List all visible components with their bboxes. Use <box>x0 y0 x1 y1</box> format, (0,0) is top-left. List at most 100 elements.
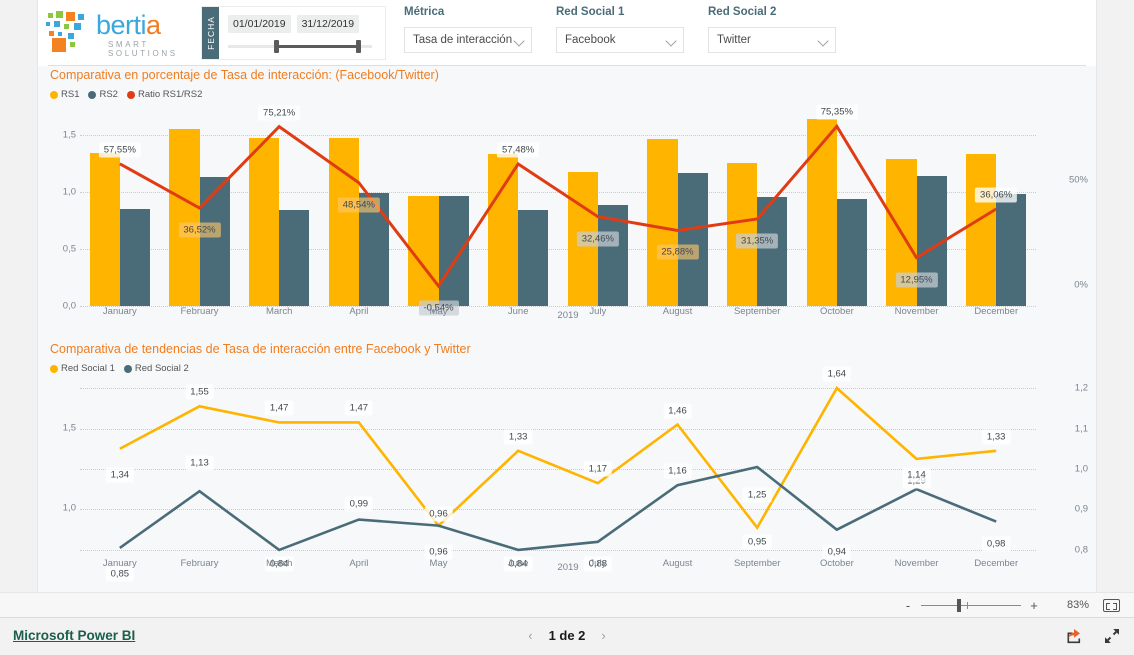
trend-chart-legend[interactable]: Red Social 1 Red Social 2 <box>48 363 1088 374</box>
x-axis-label: November <box>894 306 939 317</box>
chevron-down-icon <box>665 35 677 47</box>
legend-item[interactable]: Ratio RS1/RS2 <box>126 89 202 100</box>
ratio-data-label: 57,48% <box>497 142 540 158</box>
legend-label: RS2 <box>99 89 118 100</box>
ratio-chart-x-axis: January February March April May June July Augu… <box>80 306 1036 317</box>
trend-data-label: 1,55 <box>185 384 214 400</box>
bertia-logo: bertia SMART SOLUTIONS <box>46 8 201 58</box>
trend-line-chart[interactable]: Comparativa de tendencias de Tasa de int… <box>48 342 1088 586</box>
trend-chart-plot: 0,8 0,9 1,0 1,1 1,2 1,5 1,0 1,34 1,55 1,47 1,47 0,9… <box>48 366 1088 582</box>
legend-swatch-icon <box>123 364 132 373</box>
y-axis-tick: 1,5 <box>62 129 76 141</box>
date-end-input[interactable]: 31/12/2019 <box>296 15 360 33</box>
trend-data-label: 1,64 <box>822 366 852 382</box>
ratio-chart-legend[interactable]: RS1 RS2 Ratio RS1/RS2 <box>48 89 1088 100</box>
ratio-data-label: 75,21% <box>258 105 301 121</box>
trend-data-label: 1,16 <box>663 463 692 479</box>
chevron-down-icon <box>513 35 525 47</box>
ratio-data-label: 31,35% <box>736 233 779 249</box>
legend-item[interactable]: RS2 <box>88 89 118 100</box>
trend-data-label: 1,33 <box>981 429 1011 445</box>
zoom-slider-thumb[interactable] <box>957 598 961 612</box>
red-social-1-label: Red Social 1 <box>556 6 625 18</box>
ratio-data-label: 25,88% <box>656 244 699 260</box>
trend-data-label: 1,34 <box>105 467 135 483</box>
x-axis-label: June <box>507 558 529 569</box>
date-slider-handle-end[interactable] <box>356 40 361 53</box>
logo-word-main: berti <box>96 10 147 40</box>
previous-page-button[interactable]: ‹ <box>528 628 532 643</box>
x-axis-label: February <box>180 558 219 569</box>
zoom-in-button[interactable]: + <box>1025 598 1043 613</box>
x-axis-label: July <box>589 558 607 569</box>
x-axis-label: August <box>662 558 693 569</box>
zoom-slider-tick <box>967 601 968 609</box>
red-social-1-value: Facebook <box>565 34 616 46</box>
trend-chart-x-axis: January February March April May June July Augu… <box>80 558 1036 569</box>
red-social-2-dropdown[interactable]: Twitter <box>708 27 836 53</box>
next-page-button[interactable]: › <box>601 628 605 643</box>
logo-tagline: SMART SOLUTIONS <box>108 40 178 58</box>
trend-data-label: 1,14 <box>902 467 931 483</box>
secondary-y-axis-tick: 1,1 <box>1074 423 1088 435</box>
red-social-2-label: Red Social 2 <box>708 6 777 18</box>
red-social-2-slicer: Red Social 2 Twitter <box>698 0 846 66</box>
x-axis-label: January <box>102 306 137 317</box>
x-axis-label: May <box>429 558 448 569</box>
legend-item[interactable]: Red Social 2 <box>123 363 189 374</box>
report-header: bertia SMART SOLUTIONS FECHA 01/01/2019 … <box>38 0 1096 66</box>
ratio-data-label: 75,35% <box>815 104 858 120</box>
chevron-down-icon <box>817 35 829 47</box>
share-icon[interactable] <box>1066 628 1082 644</box>
date-slider-range <box>276 45 358 48</box>
fit-to-page-icon[interactable] <box>1103 598 1120 612</box>
x-axis-label: March <box>265 558 293 569</box>
ratio-data-label: 12,95% <box>895 272 938 288</box>
legend-item[interactable]: Red Social 1 <box>50 363 115 374</box>
legend-item[interactable]: RS1 <box>50 89 79 100</box>
y-axis-tick: 1,0 <box>62 502 76 514</box>
x-axis-label: November <box>894 558 939 569</box>
x-axis-label: July <box>589 306 607 317</box>
trend-chart-title: Comparativa de tendencias de Tasa de int… <box>50 342 471 356</box>
y-axis-tick: 0,5 <box>62 243 76 255</box>
legend-swatch-icon <box>88 90 97 99</box>
date-start-input[interactable]: 01/01/2019 <box>228 15 291 33</box>
trend-data-label: 1,47 <box>264 400 294 416</box>
red-social-2-value: Twitter <box>717 34 751 46</box>
trend-line-rs1 <box>120 388 996 528</box>
ratio-combo-chart[interactable]: Comparativa en porcentaje de Tasa de int… <box>48 68 1088 340</box>
date-range-values: 01/01/2019 31/12/2019 <box>228 15 360 33</box>
x-axis-label: August <box>662 306 693 317</box>
trend-data-label: 0,98 <box>981 536 1011 552</box>
metrica-dropdown[interactable]: Tasa de interacción <box>404 27 532 53</box>
date-slider-track[interactable] <box>228 40 372 53</box>
zoom-out-button[interactable]: - <box>899 598 917 613</box>
ratio-chart-title: Comparativa en porcentaje de Tasa de int… <box>50 68 439 82</box>
trend-data-label: 1,25 <box>742 487 772 503</box>
legend-label: Red Social 2 <box>134 363 189 374</box>
trend-data-label: 0,96 <box>424 506 453 522</box>
red-social-1-dropdown[interactable]: Facebook <box>556 27 684 53</box>
metrica-value: Tasa de interacción <box>413 34 513 46</box>
ratio-data-label: 32,46% <box>576 231 619 247</box>
zoom-status-bar: - + 83% <box>0 592 1134 617</box>
footer-actions <box>1066 628 1120 644</box>
legend-swatch-icon <box>50 90 58 99</box>
trend-series-container <box>80 380 1036 558</box>
zoom-level-label: 83% <box>1066 599 1089 611</box>
trend-data-label: 1,47 <box>344 400 374 416</box>
date-slicer-tab-label: FECHA <box>202 7 219 59</box>
zoom-slider[interactable] <box>921 598 1021 612</box>
ratio-chart-plot: 0,0 0,5 1,0 1,5 0% 50% 57,55% 36,52% 75,21% 48,54… <box>48 104 1088 316</box>
y-axis-tick: 1,5 <box>62 422 76 434</box>
trend-data-label: 0,94 <box>822 544 852 560</box>
date-slider-handle-start[interactable] <box>274 40 279 53</box>
x-axis-label: May <box>429 306 448 317</box>
trend-data-label: 0,99 <box>344 496 374 512</box>
x-axis-label: September <box>733 558 781 569</box>
fullscreen-icon[interactable] <box>1104 628 1120 644</box>
x-axis-label: October <box>819 558 854 569</box>
date-slicer[interactable]: FECHA 01/01/2019 31/12/2019 <box>201 6 386 60</box>
logo-wordmark: bertia <box>96 10 161 40</box>
